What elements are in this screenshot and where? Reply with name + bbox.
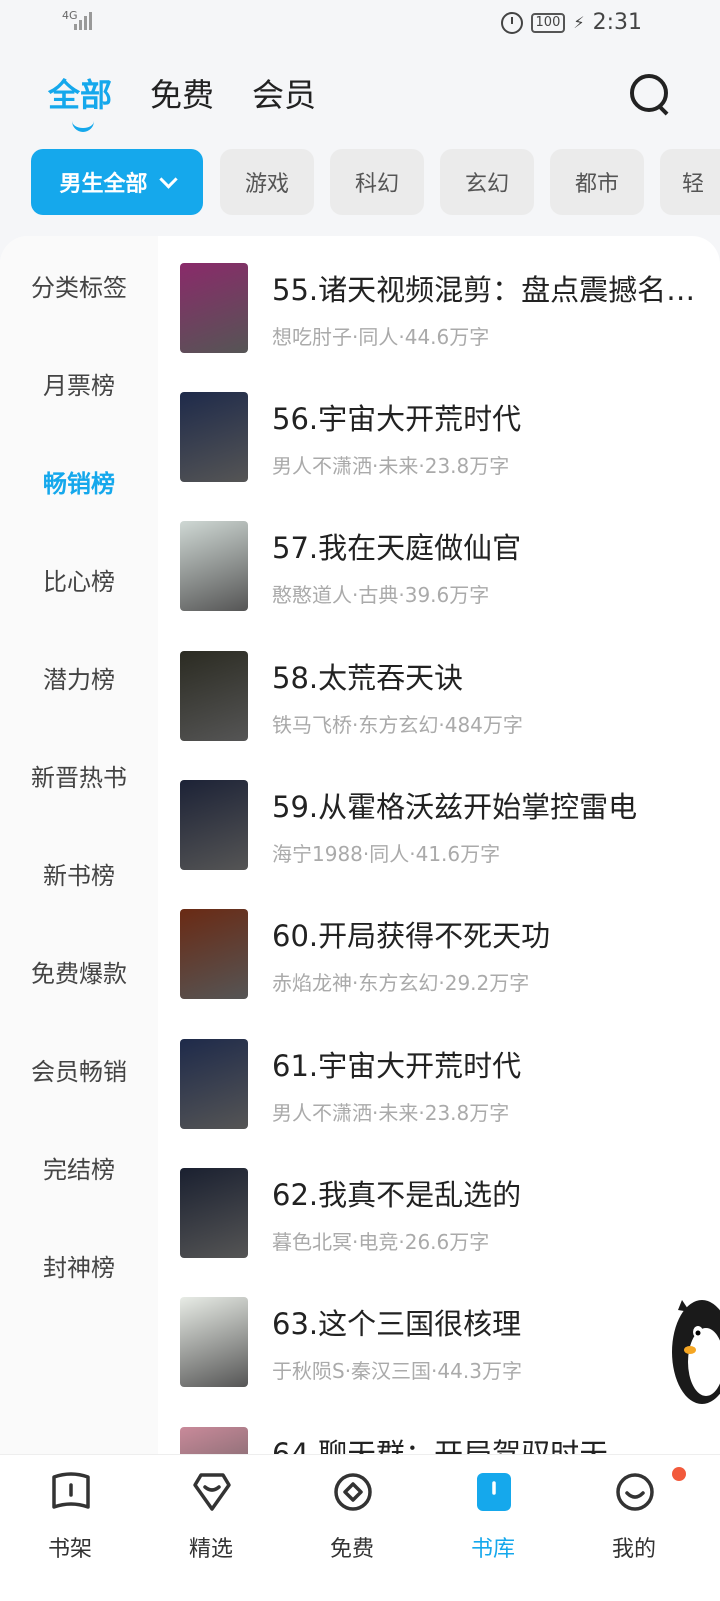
nav-profile[interactable]: 我的 — [574, 1455, 694, 1601]
book-meta: 海宁1988·同人·41.6万字 — [272, 842, 501, 866]
book-cover — [180, 651, 248, 741]
chip-urban[interactable]: 都市 — [550, 149, 644, 215]
list-item[interactable]: 60.开局获得不死天功 赤焰龙神·东方玄幻·29.2万字 — [180, 909, 710, 1001]
chip-scifi[interactable]: 科幻 — [330, 149, 424, 215]
charging-icon: ⚡ — [573, 13, 585, 32]
list-item[interactable]: 59.从霍格沃兹开始掌控雷电 海宁1988·同人·41.6万字 — [180, 780, 710, 872]
clock: 2:31 — [592, 10, 642, 35]
book-meta: 憨憨道人·古典·39.6万字 — [272, 583, 490, 607]
search-icon[interactable] — [630, 74, 670, 116]
sidebar-item-completed[interactable]: 完结榜 — [0, 1150, 158, 1185]
list-item[interactable]: 61.宇宙大开荒时代 男人不潇洒·未来·23.8万字 — [180, 1039, 710, 1131]
featured-icon — [193, 1473, 231, 1511]
library-icon — [477, 1473, 511, 1511]
list-item[interactable]: 55.诸天视频混剪：盘点震撼名场面 想吃肘子·同人·44.6万字 — [180, 263, 712, 355]
book-cover — [180, 1039, 248, 1129]
chip-game[interactable]: 游戏 — [220, 149, 314, 215]
book-title: 57.我在天庭做仙官 — [272, 531, 522, 565]
book-meta: 赤焰龙神·东方玄幻·29.2万字 — [272, 971, 530, 995]
tab-all[interactable]: 全部 — [48, 70, 113, 132]
nav-featured[interactable]: 精选 — [151, 1455, 271, 1601]
sidebar-item-free-hits[interactable]: 免费爆款 — [0, 954, 158, 989]
tab-member[interactable]: 会员 — [252, 70, 316, 116]
book-meta: 铁马飞桥·东方玄幻·484万字 — [272, 713, 523, 737]
book-meta: 暮色北冥·电竞·26.6万字 — [272, 1230, 490, 1254]
nav-bookshelf[interactable]: 书架 — [10, 1455, 130, 1601]
alarm-icon — [500, 11, 523, 34]
book-cover — [180, 909, 248, 999]
content-panel: 分类标签 月票榜 畅销榜 比心榜 潜力榜 新晋热书 新书榜 免费爆款 会员畅销 … — [0, 236, 720, 1454]
bottom-nav: 书架 精选 免费 书库 我的 — [0, 1454, 720, 1601]
list-item[interactable]: 57.我在天庭做仙官 憨憨道人·古典·39.6万字 — [180, 521, 710, 613]
status-bar: 4G 100 ⚡ 2:31 — [0, 0, 720, 48]
book-title: 56.宇宙大开荒时代 — [272, 402, 522, 436]
sidebar-item-potential[interactable]: 潜力榜 — [0, 660, 158, 695]
book-meta: 男人不潇洒·未来·23.8万字 — [272, 1101, 510, 1125]
book-meta: 于秋陨S·秦汉三国·44.3万字 — [272, 1359, 522, 1383]
book-cover — [180, 1168, 248, 1258]
bookshelf-icon — [52, 1472, 90, 1509]
list-item[interactable]: 58.太荒吞天诀 铁马飞桥·东方玄幻·484万字 — [180, 651, 710, 743]
category-chips: 男生全部 游戏 科幻 玄幻 都市 轻 — [31, 149, 720, 217]
free-icon — [334, 1473, 372, 1511]
sidebar-item-bestseller[interactable]: 畅销榜 — [0, 464, 158, 499]
active-tab-indicator — [72, 119, 94, 132]
list-item[interactable]: 56.宇宙大开荒时代 男人不潇洒·未来·23.8万字 — [180, 392, 710, 484]
tab-all-label: 全部 — [48, 76, 113, 114]
sidebar-item-new-hot[interactable]: 新晋热书 — [0, 758, 158, 793]
sidebar-item-new-books[interactable]: 新书榜 — [0, 856, 158, 891]
book-title: 58.太荒吞天诀 — [272, 661, 464, 695]
book-title: 61.宇宙大开荒时代 — [272, 1049, 522, 1083]
book-cover — [180, 1297, 248, 1387]
book-cover — [180, 1427, 248, 1454]
nav-label: 我的 — [611, 1537, 656, 1562]
tab-free[interactable]: 免费 — [150, 70, 214, 116]
sidebar-item-heart[interactable]: 比心榜 — [0, 562, 158, 597]
mascot-icon[interactable] — [668, 1292, 720, 1414]
nav-label: 免费 — [329, 1537, 374, 1562]
nav-label: 精选 — [188, 1537, 233, 1562]
book-title: 62.我真不是乱选的 — [272, 1178, 522, 1212]
sidebar-item-category-tags[interactable]: 分类标签 — [0, 268, 158, 303]
book-cover — [180, 521, 248, 611]
book-title: 60.开局获得不死天功 — [272, 919, 551, 953]
nav-free[interactable]: 免费 — [292, 1455, 412, 1601]
book-title: 64.聊天群：开局驾驭时天 — [272, 1437, 609, 1454]
list-item[interactable]: 64.聊天群：开局驾驭时天 — [180, 1427, 710, 1454]
notification-badge — [672, 1467, 686, 1481]
battery-icon: 100 — [530, 12, 566, 33]
nav-label: 书库 — [470, 1537, 515, 1562]
sidebar-item-monthly-ticket[interactable]: 月票榜 — [0, 366, 158, 401]
book-cover — [180, 780, 248, 870]
book-title: 59.从霍格沃兹开始掌控雷电 — [272, 790, 638, 824]
book-title: 55.诸天视频混剪：盘点震撼名场面 — [272, 273, 712, 307]
chip-fantasy[interactable]: 玄幻 — [440, 149, 534, 215]
book-cover — [180, 263, 248, 353]
chip-light[interactable]: 轻 — [660, 149, 720, 215]
list-item[interactable]: 62.我真不是乱选的 暮色北冥·电竞·26.6万字 — [180, 1168, 710, 1260]
top-tabs: 全部 免费 会员 — [48, 70, 316, 132]
chip-male-all[interactable]: 男生全部 — [31, 149, 203, 215]
sidebar-item-member-sales[interactable]: 会员畅销 — [0, 1052, 158, 1087]
book-cover — [180, 392, 248, 482]
book-meta: 想吃肘子·同人·44.6万字 — [272, 325, 490, 349]
sidebar-item-legend[interactable]: 封神榜 — [0, 1248, 158, 1283]
ranking-sidebar: 分类标签 月票榜 畅销榜 比心榜 潜力榜 新晋热书 新书榜 免费爆款 会员畅销 … — [0, 236, 158, 1454]
signal-icon — [74, 12, 92, 30]
nav-label: 书架 — [47, 1537, 92, 1562]
chip-label: 男生全部 — [59, 172, 148, 197]
book-meta: 男人不潇洒·未来·23.8万字 — [272, 454, 510, 478]
list-item[interactable]: 63.这个三国很核理 于秋陨S·秦汉三国·44.3万字 — [180, 1297, 710, 1389]
profile-icon — [616, 1473, 654, 1511]
book-title: 63.这个三国很核理 — [272, 1307, 522, 1341]
nav-library[interactable]: 书库 — [433, 1455, 553, 1601]
chevron-down-icon — [158, 169, 178, 189]
